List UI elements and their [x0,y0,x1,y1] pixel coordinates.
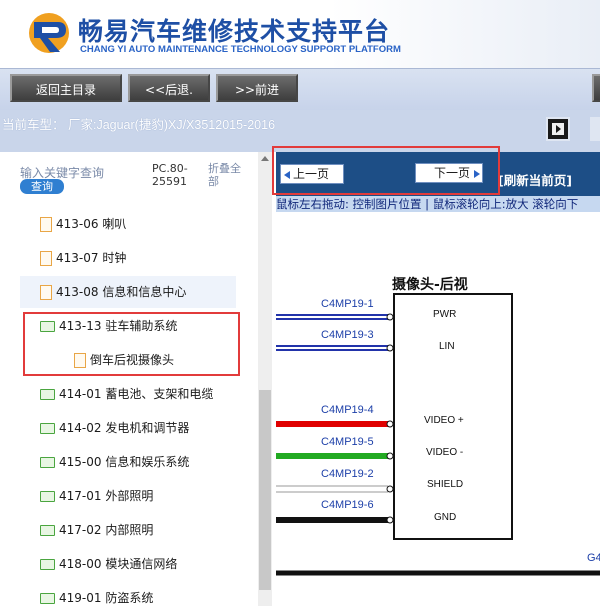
tree-item-label: 417-02 内部照明 [59,523,154,537]
refresh-link[interactable]: [刷新当前页] [498,170,572,189]
folder-icon [40,423,55,434]
folder-icon [40,525,55,536]
tree-item-label: 413-07 时钟 [56,251,127,265]
toolbar-overflow-button[interactable] [592,74,600,102]
app-title: 畅易汽车维修技术支持平台 [78,17,391,46]
logo-icon [29,13,69,53]
diagram-title: 摄像头-后视 [392,276,468,293]
highlight-box-tree [23,312,240,376]
forward-button[interactable]: >>前进 [216,74,298,102]
wiring-diagram[interactable]: 摄像头-后视 C4MP19-1 PWR C4MP19-3 LIN C4MP19-… [276,212,600,606]
folder-icon [40,593,55,604]
document-icon [40,285,52,300]
pin-label: GND [434,512,456,523]
tree-item-label: 414-01 蓄电池、支架和电缆 [59,387,214,401]
document-icon [40,217,52,232]
current-vehicle: 当前车型： 厂家:Jaguar(捷豹)XJ/X3512015-2016 [2,118,276,132]
connector-label: C4MP19-2 [321,468,374,480]
tree-item-label: 415-00 信息和娱乐系统 [59,455,190,469]
search-button[interactable]: 查询 [20,179,64,194]
scrollbar-thumb[interactable] [259,390,271,590]
tree-item[interactable]: 413-07 时钟 [40,242,256,274]
back-button[interactable]: <<后退. [128,74,210,102]
highlight-box-pager [272,146,500,195]
home-button[interactable]: 返回主目录 [10,74,122,102]
pin-label: VIDEO - [426,447,463,458]
tree-item[interactable]: 417-01 外部照明 [40,480,256,512]
folder-icon [40,457,55,468]
document-icon [40,251,52,266]
toolbar: 返回主目录 <<后退. >>前进 [0,68,600,111]
pin-label: PWR [433,309,456,320]
tree-item-label: 417-01 外部照明 [59,489,154,503]
tree-item[interactable]: 419-01 防盗系统 [40,582,256,606]
connector-label: C4MP19-6 [321,499,374,511]
collapse-all-button[interactable]: 折叠全 部 [208,162,241,188]
collapse-all-line-1: 折叠全 [208,162,241,175]
tree-item-label: 418-00 模块通信网络 [59,557,178,571]
wiring-diagram-svg: 摄像头-后视 C4MP19-1 PWR C4MP19-3 LIN C4MP19-… [276,276,600,576]
folder-icon [40,491,55,502]
tree-item[interactable]: 415-00 信息和娱乐系统 [40,446,256,478]
pin-label: LIN [439,341,455,352]
folder-icon [40,559,55,570]
tree-scrollbar[interactable] [258,152,272,606]
corner-label: G4 [587,552,600,564]
pc-info-line-2: 25591 [152,175,187,188]
tree-item[interactable]: 414-02 发电机和调节器 [40,412,256,444]
tree-item-label: 413-06 喇叭 [56,217,127,231]
connector-label: C4MP19-1 [321,298,374,310]
connector-label: C4MP19-5 [321,436,374,448]
scroll-up-icon[interactable] [261,156,269,161]
tree-item[interactable]: 418-00 模块通信网络 [40,548,256,580]
header: 畅易汽车维修技术支持平台 CHANG YI AUTO MAINTENANCE T… [0,0,600,68]
tree-item-label: 414-02 发电机和调节器 [59,421,190,435]
tree-item[interactable]: 414-01 蓄电池、支架和电缆 [40,378,256,410]
play-icon[interactable] [546,117,570,141]
viewer-hint: 鼠标左右拖动: 控制图片位置 | 鼠标滚轮向上:放大 滚轮向下 [276,196,600,212]
connector-label: C4MP19-3 [321,329,374,341]
tree-item[interactable]: 413-08 信息和信息中心 [20,276,236,308]
folder-icon [40,389,55,400]
pc-info-line-1: PC.80- [152,162,188,175]
tree-item-label: 413-08 信息和信息中心 [56,285,187,299]
collapse-all-line-2: 部 [208,175,219,188]
tree-item[interactable]: 413-06 喇叭 [40,208,256,240]
tree-item[interactable]: 417-02 内部照明 [40,514,256,546]
pin-label: SHIELD [427,479,463,490]
pc-info: PC.80- 25591 [152,162,188,188]
connector-label: C4MP19-4 [321,404,374,416]
tree-item-label: 419-01 防盗系统 [59,591,154,605]
more-icon[interactable] [590,117,600,141]
app-subtitle: CHANG YI AUTO MAINTENANCE TECHNOLOGY SUP… [80,44,401,55]
pin-label: VIDEO + [424,415,464,426]
